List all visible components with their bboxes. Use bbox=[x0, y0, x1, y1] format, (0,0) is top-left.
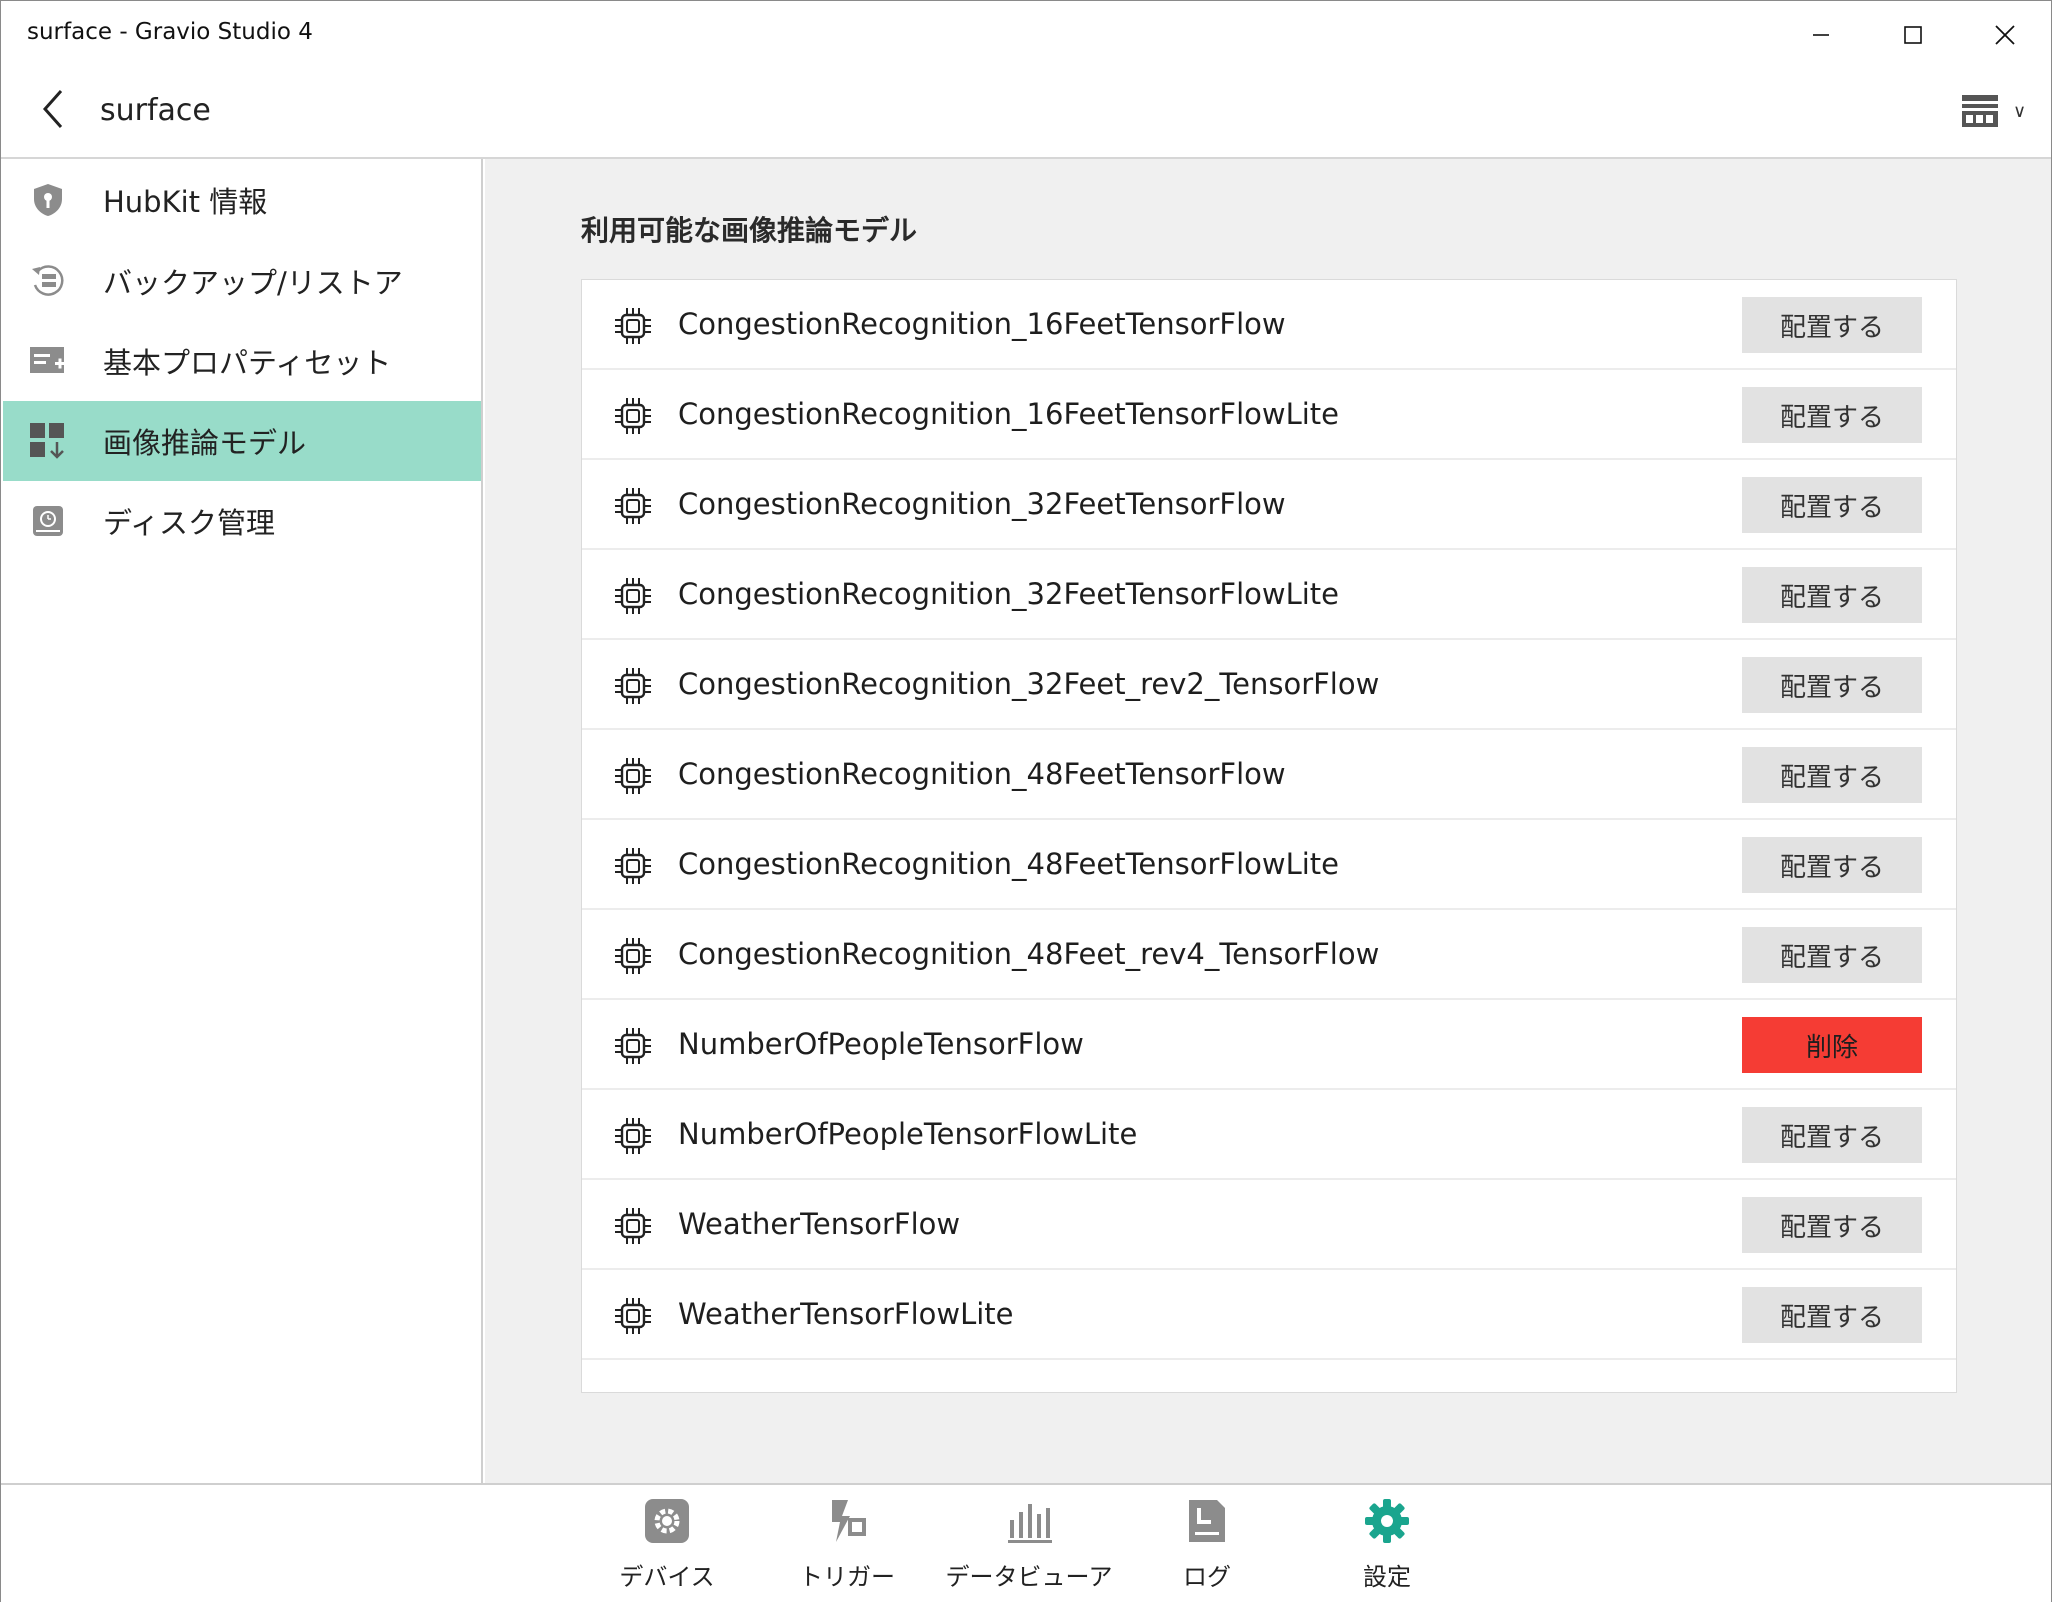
tab-label: デバイス bbox=[619, 1563, 715, 1591]
model-name: WeatherTensorFlowLite bbox=[678, 1297, 1014, 1331]
app-window: surface - Gravio Studio 4 surface ∨ HubK… bbox=[0, 0, 2052, 1603]
sidebar-item-label: ディスク管理 bbox=[103, 506, 275, 540]
sidebar-item-backup-restore[interactable]: バックアップ/リストア bbox=[3, 241, 481, 321]
model-name: CongestionRecognition_48FeetTensorFlowLi… bbox=[678, 847, 1340, 881]
model-row: WeatherTensorFlowLite 配置する bbox=[582, 1270, 1956, 1360]
deploy-button[interactable]: 配置する bbox=[1742, 927, 1922, 983]
device-icon bbox=[643, 1497, 691, 1545]
model-row: CongestionRecognition_16FeetTensorFlowLi… bbox=[582, 370, 1956, 460]
sidebar-item-label: バックアップ/リストア bbox=[103, 266, 403, 300]
layout-menu-button[interactable]: ∨ bbox=[1961, 89, 2041, 133]
deploy-button[interactable]: 配置する bbox=[1742, 297, 1922, 353]
minimize-button[interactable] bbox=[1775, 1, 1867, 69]
deploy-button[interactable]: 配置する bbox=[1742, 1107, 1922, 1163]
deploy-button[interactable]: 配置する bbox=[1742, 747, 1922, 803]
model-name: CongestionRecognition_16FeetTensorFlow bbox=[678, 307, 1286, 341]
data-viewer-icon bbox=[1005, 1497, 1053, 1545]
chevron-down-icon: ∨ bbox=[2013, 100, 2027, 122]
sidebar-item-disk-management[interactable]: ディスク管理 bbox=[3, 481, 481, 561]
device-name: surface bbox=[100, 93, 211, 128]
settings-gear-icon bbox=[1363, 1497, 1411, 1545]
model-name: NumberOfPeopleTensorFlowLite bbox=[678, 1117, 1138, 1151]
deploy-button[interactable]: 配置する bbox=[1742, 477, 1922, 533]
close-button[interactable] bbox=[1959, 1, 2051, 69]
model-name: CongestionRecognition_48FeetTensorFlow bbox=[678, 757, 1286, 791]
model-row: CongestionRecognition_32FeetTensorFlowLi… bbox=[582, 550, 1956, 640]
sidebar-item-property-set[interactable]: 基本プロパティセット bbox=[3, 321, 481, 401]
deploy-button[interactable]: 配置する bbox=[1742, 657, 1922, 713]
model-name: CongestionRecognition_32FeetTensorFlowLi… bbox=[678, 577, 1340, 611]
deploy-button[interactable]: 配置する bbox=[1742, 837, 1922, 893]
tab-settings[interactable]: 設定 bbox=[1307, 1497, 1467, 1597]
sidebar-item-label: 基本プロパティセット bbox=[103, 346, 392, 380]
chip-icon bbox=[612, 1205, 654, 1247]
sidebar: HubKit 情報 バックアップ/リストア 基本プロパティセット 画像推論モデル… bbox=[1, 159, 483, 1483]
close-icon bbox=[1995, 25, 2015, 45]
model-row: CongestionRecognition_48Feet_rev4_Tensor… bbox=[582, 910, 1956, 1000]
tab-label: トリガー bbox=[799, 1563, 895, 1591]
chip-icon bbox=[612, 755, 654, 797]
chip-icon bbox=[612, 1025, 654, 1067]
chip-icon bbox=[612, 1115, 654, 1157]
page-header: surface ∨ bbox=[1, 69, 2051, 159]
log-icon bbox=[1183, 1497, 1231, 1545]
maximize-icon bbox=[1904, 26, 1922, 44]
chip-icon bbox=[612, 395, 654, 437]
tab-devices[interactable]: デバイス bbox=[587, 1497, 747, 1597]
layout-grid-icon bbox=[1962, 95, 1998, 127]
chevron-left-icon bbox=[42, 90, 63, 128]
model-row: CongestionRecognition_16FeetTensorFlow 配置… bbox=[582, 280, 1956, 370]
main-content: 利用可能な画像推論モデル CongestionRecognition_16Fee… bbox=[485, 159, 2051, 1483]
deploy-button[interactable]: 配置する bbox=[1742, 1287, 1922, 1343]
model-name: CongestionRecognition_48Feet_rev4_Tensor… bbox=[678, 937, 1380, 971]
chip-icon bbox=[612, 1295, 654, 1337]
model-row: CongestionRecognition_48FeetTensorFlowLi… bbox=[582, 820, 1956, 910]
chip-icon bbox=[612, 305, 654, 347]
model-name: CongestionRecognition_32Feet_rev2_Tensor… bbox=[678, 667, 1380, 701]
trigger-icon bbox=[823, 1497, 871, 1545]
title-bar: surface - Gravio Studio 4 bbox=[1, 1, 2051, 69]
deploy-button[interactable]: 配置する bbox=[1742, 567, 1922, 623]
bottom-nav: デバイス トリガー データビューア ログ 設定 bbox=[1, 1483, 2051, 1603]
tab-label: ログ bbox=[1183, 1563, 1231, 1591]
image-model-icon bbox=[29, 422, 67, 460]
chip-icon bbox=[612, 935, 654, 977]
tab-label: データビューア bbox=[945, 1563, 1113, 1591]
minimize-icon bbox=[1813, 34, 1829, 36]
model-row: NumberOfPeopleTensorFlow 削除 bbox=[582, 1000, 1956, 1090]
tab-triggers[interactable]: トリガー bbox=[767, 1497, 927, 1597]
back-button[interactable] bbox=[31, 83, 75, 135]
model-list: CongestionRecognition_16FeetTensorFlow 配置… bbox=[581, 279, 1957, 1393]
chip-icon bbox=[612, 485, 654, 527]
chip-icon bbox=[612, 575, 654, 617]
sidebar-item-hubkit-info[interactable]: HubKit 情報 bbox=[3, 160, 481, 240]
sidebar-item-label: HubKit 情報 bbox=[103, 185, 268, 219]
section-title: 利用可能な画像推論モデル bbox=[581, 214, 918, 247]
model-name: NumberOfPeopleTensorFlow bbox=[678, 1027, 1084, 1061]
model-name: WeatherTensorFlow bbox=[678, 1207, 961, 1241]
deploy-button[interactable]: 配置する bbox=[1742, 387, 1922, 443]
backup-restore-icon bbox=[29, 262, 67, 300]
model-row: WeatherTensorFlow 配置する bbox=[582, 1180, 1956, 1270]
property-set-icon bbox=[29, 342, 67, 380]
sidebar-item-label: 画像推論モデル bbox=[103, 426, 307, 460]
tab-log[interactable]: ログ bbox=[1127, 1497, 1287, 1597]
model-name: CongestionRecognition_16FeetTensorFlowLi… bbox=[678, 397, 1340, 431]
tab-label: 設定 bbox=[1363, 1563, 1411, 1591]
model-row: CongestionRecognition_32FeetTensorFlow 配置… bbox=[582, 460, 1956, 550]
model-row: NumberOfPeopleTensorFlowLite 配置する bbox=[582, 1090, 1956, 1180]
chip-icon bbox=[612, 845, 654, 887]
delete-button[interactable]: 削除 bbox=[1742, 1017, 1922, 1073]
shield-key-icon bbox=[29, 181, 67, 219]
window-title: surface - Gravio Studio 4 bbox=[27, 19, 313, 45]
disk-icon bbox=[29, 502, 67, 540]
sidebar-item-image-models[interactable]: 画像推論モデル bbox=[3, 401, 481, 481]
tab-data-viewer[interactable]: データビューア bbox=[945, 1497, 1113, 1597]
deploy-button[interactable]: 配置する bbox=[1742, 1197, 1922, 1253]
maximize-button[interactable] bbox=[1867, 1, 1959, 69]
chip-icon bbox=[612, 665, 654, 707]
model-row: CongestionRecognition_32Feet_rev2_Tensor… bbox=[582, 640, 1956, 730]
model-row: CongestionRecognition_48FeetTensorFlow 配置… bbox=[582, 730, 1956, 820]
model-name: CongestionRecognition_32FeetTensorFlow bbox=[678, 487, 1286, 521]
